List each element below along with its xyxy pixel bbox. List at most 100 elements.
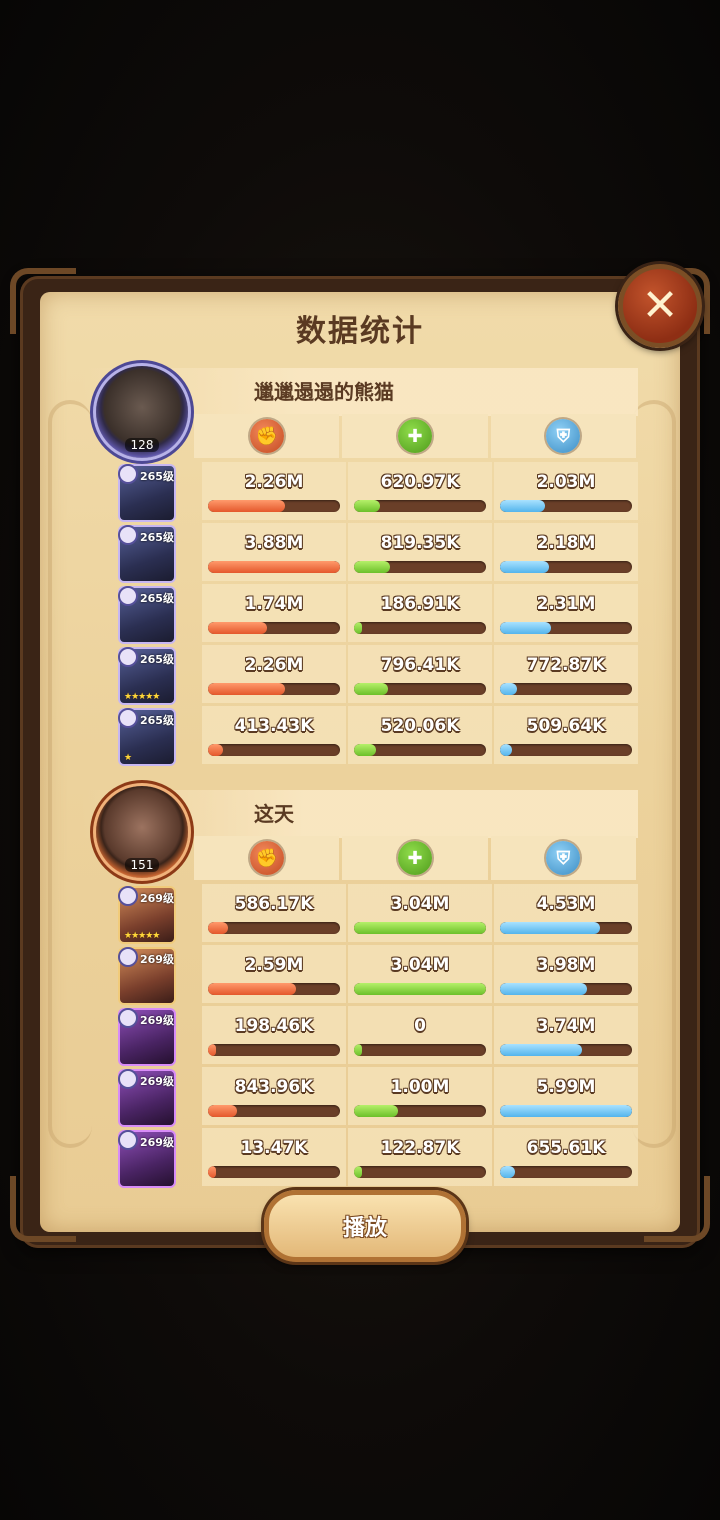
heal-bar bbox=[354, 744, 486, 756]
damage-bar bbox=[208, 683, 340, 695]
damage-value: 1.74M bbox=[244, 594, 304, 614]
heal-bar bbox=[354, 500, 486, 512]
defense-stat-cell: 772.87K bbox=[494, 645, 638, 703]
stat-header: ✊ ✚ ⛨ bbox=[194, 836, 636, 880]
heal-icon: ✚ bbox=[397, 841, 432, 875]
player-avatar[interactable]: 151 bbox=[96, 786, 188, 878]
defense-value: 2.03M bbox=[536, 472, 596, 492]
heal-bar bbox=[354, 561, 486, 573]
damage-bar bbox=[208, 983, 340, 995]
defense-bar-fill bbox=[500, 622, 552, 634]
defense-bar bbox=[500, 622, 632, 634]
hero-portrait[interactable]: 269级 bbox=[118, 1069, 176, 1127]
hero-portrait[interactable]: 269级 bbox=[118, 1130, 176, 1188]
defense-bar bbox=[500, 683, 632, 695]
close-icon: ✕ bbox=[641, 280, 679, 331]
defense-stat-cell: 2.31M bbox=[494, 584, 638, 642]
heal-stat-cell: 186.91K bbox=[348, 584, 492, 642]
heal-stat-cell: 520.06K bbox=[348, 706, 492, 764]
heal-value: 1.00M bbox=[390, 1077, 450, 1097]
player-name: 邋邋遢遢的熊猫 bbox=[254, 380, 394, 404]
damage-bar-fill bbox=[208, 1105, 238, 1117]
hero-row: 269级 198.46K 0 3.74M bbox=[114, 1006, 638, 1066]
defense-bar bbox=[500, 500, 632, 512]
damage-stat-cell: 2.26M bbox=[202, 645, 346, 703]
heal-value: 3.04M bbox=[390, 894, 450, 914]
damage-bar-fill bbox=[208, 922, 228, 934]
hero-stars: ★★★★★ bbox=[124, 931, 160, 941]
heal-bar-fill bbox=[354, 1166, 362, 1178]
damage-value: 198.46K bbox=[234, 1016, 314, 1036]
damage-bar-fill bbox=[208, 983, 297, 995]
defense-bar bbox=[500, 922, 632, 934]
stat-header: ✊ ✚ ⛨ bbox=[194, 414, 636, 458]
defense-bar bbox=[500, 561, 632, 573]
defense-stat-cell: 2.18M bbox=[494, 523, 638, 581]
heal-bar-fill bbox=[354, 983, 486, 995]
heal-icon: ✚ bbox=[397, 419, 432, 453]
heal-value: 0 bbox=[414, 1016, 426, 1036]
defense-bar-fill bbox=[500, 1044, 582, 1056]
damage-stat-cell: 3.88M bbox=[202, 523, 346, 581]
damage-stat-cell: 198.46K bbox=[202, 1006, 346, 1064]
damage-bar bbox=[208, 744, 340, 756]
damage-value: 2.26M bbox=[244, 472, 304, 492]
heal-bar-fill bbox=[354, 561, 390, 573]
hero-row: 269级 13.47K 122.87K 655.61K bbox=[114, 1128, 638, 1188]
hero-portrait[interactable]: 265级 bbox=[118, 525, 176, 583]
heal-bar-fill bbox=[354, 1044, 362, 1056]
defense-bar bbox=[500, 1166, 632, 1178]
defense-value: 772.87K bbox=[526, 655, 606, 675]
damage-value: 586.17K bbox=[234, 894, 314, 914]
defense-stat-cell: 509.64K bbox=[494, 706, 638, 764]
defense-bar-fill bbox=[500, 500, 545, 512]
hero-portrait[interactable]: 265级 bbox=[118, 464, 176, 522]
heal-value: 520.06K bbox=[380, 716, 460, 736]
hero-portrait[interactable]: 265级 ★ bbox=[118, 708, 176, 766]
parchment-ornament bbox=[48, 400, 92, 1148]
hero-row: 265级 2.26M 620.97K 2.03M bbox=[114, 462, 638, 522]
hero-row: 265级 ★★★★★ 2.26M 796.41K 772.87K bbox=[114, 645, 638, 705]
defense-bar-fill bbox=[500, 1105, 632, 1117]
damage-stat-cell: 843.96K bbox=[202, 1067, 346, 1125]
shield-icon: ⛨ bbox=[546, 419, 581, 453]
hero-level: 265级 bbox=[140, 470, 174, 483]
hero-portrait[interactable]: 265级 ★★★★★ bbox=[118, 647, 176, 705]
page-title: 数据统计 bbox=[296, 314, 424, 349]
heal-bar bbox=[354, 983, 486, 995]
hero-portrait[interactable]: 269级 bbox=[118, 1008, 176, 1066]
damage-bar-fill bbox=[208, 561, 340, 573]
defense-stat-cell: 5.99M bbox=[494, 1067, 638, 1125]
hero-level: 269级 bbox=[140, 1014, 174, 1027]
heal-stat-cell: 3.04M bbox=[348, 884, 492, 942]
player-avatar[interactable]: 128 bbox=[96, 366, 188, 458]
hero-level: 265级 bbox=[140, 531, 174, 544]
close-button[interactable]: ✕ bbox=[618, 264, 702, 348]
defense-value: 2.31M bbox=[536, 594, 596, 614]
hero-portrait[interactable]: 265级 bbox=[118, 586, 176, 644]
heal-value: 620.97K bbox=[380, 472, 460, 492]
damage-stat-cell: 2.59M bbox=[202, 945, 346, 1003]
defense-bar bbox=[500, 1105, 632, 1117]
damage-bar bbox=[208, 922, 340, 934]
defense-bar bbox=[500, 983, 632, 995]
hero-portrait[interactable]: 269级 bbox=[118, 947, 176, 1005]
defense-value: 3.74M bbox=[536, 1016, 596, 1036]
heal-bar bbox=[354, 683, 486, 695]
faction-emblem-icon bbox=[118, 586, 138, 606]
faction-emblem-icon bbox=[118, 1130, 138, 1150]
heal-bar-fill bbox=[354, 922, 486, 934]
hero-portrait[interactable]: 269级 ★★★★★ bbox=[118, 886, 176, 944]
damage-bar-fill bbox=[208, 1044, 216, 1056]
heal-stat-cell: 0 bbox=[348, 1006, 492, 1064]
heal-bar-fill bbox=[354, 683, 389, 695]
faction-emblem-icon bbox=[118, 1069, 138, 1089]
defense-value: 4.53M bbox=[536, 894, 596, 914]
defense-bar bbox=[500, 744, 632, 756]
replay-button[interactable]: 播放 bbox=[264, 1190, 466, 1262]
damage-value: 13.47K bbox=[240, 1138, 308, 1158]
damage-bar-fill bbox=[208, 622, 268, 634]
defense-bar-fill bbox=[500, 922, 601, 934]
heal-value: 122.87K bbox=[380, 1138, 460, 1158]
defense-bar-fill bbox=[500, 561, 549, 573]
